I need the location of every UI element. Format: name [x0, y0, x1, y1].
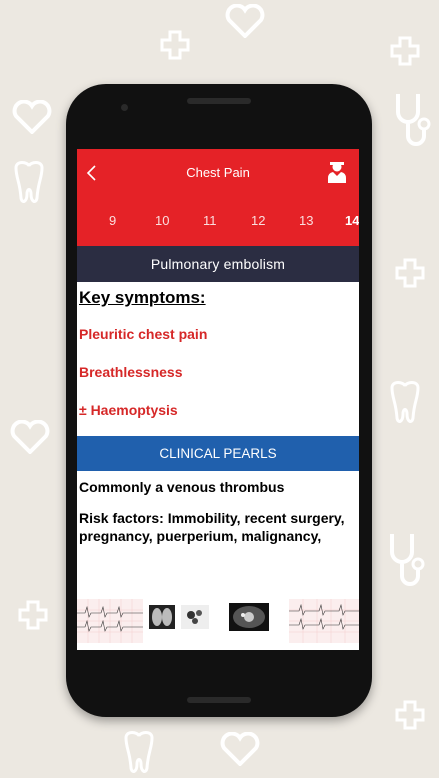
top-speaker [187, 98, 251, 104]
ecg-thumbnail[interactable] [289, 599, 359, 643]
cross-icon [160, 30, 190, 60]
tab-13[interactable]: 13 [299, 213, 313, 228]
tab-11[interactable]: 11 [203, 213, 217, 228]
xray-thumbnail[interactable] [147, 599, 213, 643]
tab-9[interactable]: 9 [109, 213, 116, 228]
page-tabs: 9 10 11 12 13 14 [77, 200, 359, 246]
stethoscope-icon [396, 94, 431, 146]
tab-14[interactable]: 14 [345, 213, 359, 228]
app-bar: Chest Pain [77, 149, 359, 200]
key-symptoms-heading: Key symptoms: [79, 288, 206, 307]
heart-icon [225, 4, 265, 38]
cross-icon [390, 36, 420, 66]
image-thumbnails [77, 599, 359, 645]
bottom-speaker [187, 697, 251, 703]
ecg-thumbnail[interactable] [77, 599, 143, 643]
phone-frame: Chest Pain 9 10 11 12 13 14 Pulmonary em… [66, 84, 372, 717]
stethoscope-icon [390, 534, 425, 586]
pearl-line: Risk factors: Immobility, recent surgery… [79, 510, 345, 544]
symptom-item: ± Haemoptysis [79, 402, 178, 418]
tooth-icon [390, 381, 420, 423]
cross-icon [18, 600, 48, 630]
clinical-pearls-header: CLINICAL PEARLS [77, 436, 359, 471]
ct-scan-thumbnail[interactable] [219, 599, 285, 643]
tab-12[interactable]: 12 [251, 213, 265, 228]
heart-icon [10, 420, 50, 454]
symptom-item: Breathlessness [79, 364, 183, 380]
doctor-icon[interactable] [327, 161, 347, 183]
tooth-icon [124, 731, 154, 773]
symptom-item: Pleuritic chest pain [79, 326, 208, 342]
page-title: Chest Pain [186, 165, 250, 180]
pearl-line: Commonly a venous thrombus [79, 479, 285, 495]
heart-icon [12, 100, 52, 134]
camera-dot [121, 104, 128, 111]
screen: Chest Pain 9 10 11 12 13 14 Pulmonary em… [77, 149, 359, 650]
key-symptoms-section: Key symptoms: Pleuritic chest pain Breat… [77, 282, 359, 418]
heart-icon [220, 732, 260, 766]
tab-10[interactable]: 10 [155, 213, 169, 228]
tooth-icon [14, 161, 44, 203]
cross-icon [395, 258, 425, 288]
section-title: Pulmonary embolism [77, 246, 359, 282]
cross-icon [395, 700, 425, 730]
